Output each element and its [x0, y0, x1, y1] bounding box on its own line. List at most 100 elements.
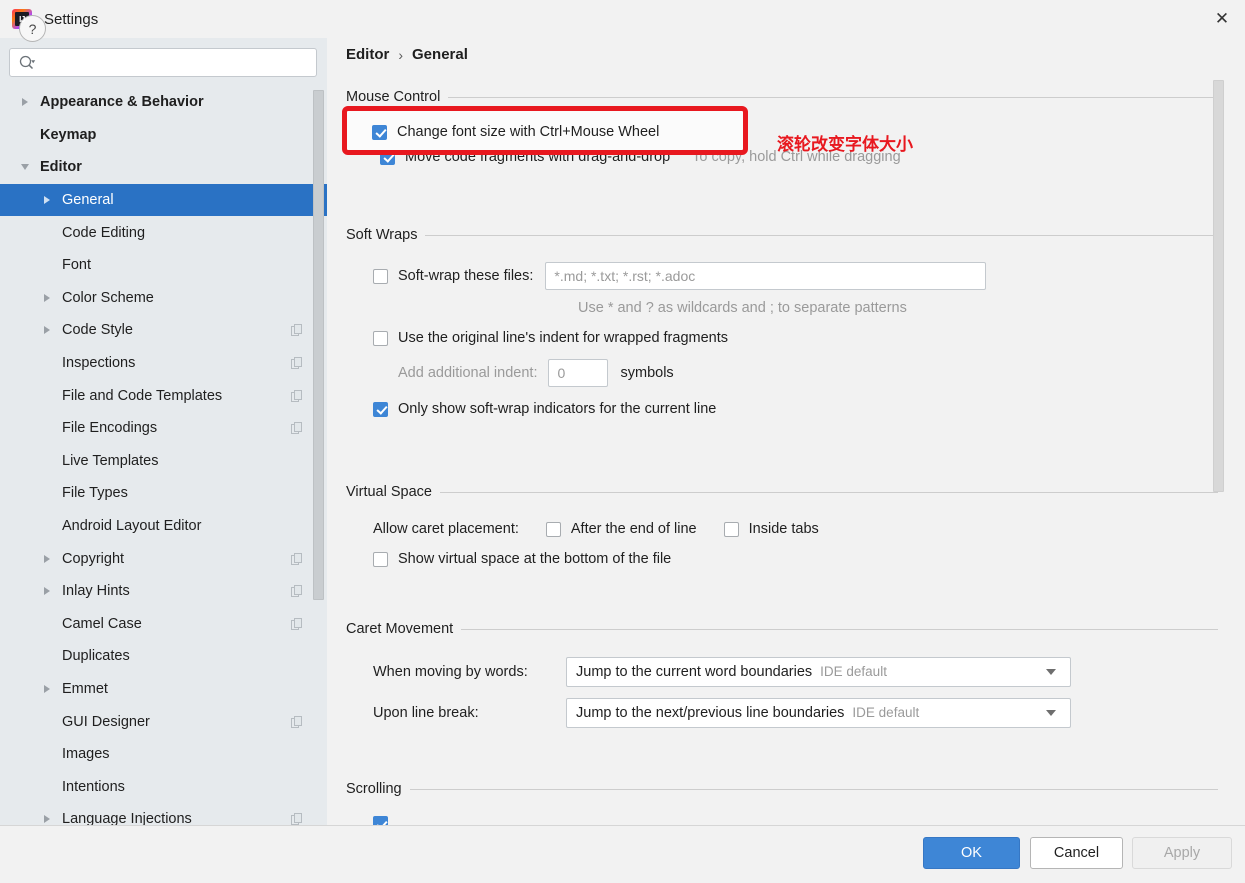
scrolling-clipped-row[interactable] — [373, 816, 1218, 825]
sidebar-item-keymap[interactable]: Keymap — [0, 119, 327, 152]
sidebar-item-intentions[interactable]: Intentions — [0, 770, 327, 803]
tree-toggle[interactable] — [40, 584, 54, 598]
tree-toggle — [40, 519, 54, 533]
inside-tabs-checkbox[interactable] — [723, 521, 739, 537]
sidebar-scrollbar-thumb[interactable] — [313, 90, 324, 600]
content-scrollbar-thumb[interactable] — [1213, 80, 1224, 492]
sidebar-item-gui-designer[interactable]: GUI Designer — [0, 705, 327, 738]
sidebar-item-label: Code Editing — [62, 224, 146, 241]
show-virtual-space-checkbox[interactable] — [373, 551, 388, 567]
symbols-label: symbols — [620, 365, 674, 381]
chevron-right-icon[interactable] — [44, 326, 50, 335]
sidebar-item-appearance-behavior[interactable]: Appearance & Behavior — [0, 86, 327, 119]
checkbox-row-original-indent[interactable]: Use the original line's indent for wrapp… — [373, 330, 1218, 346]
chevron-down-icon — [1046, 669, 1056, 675]
chevron-right-icon[interactable] — [22, 98, 28, 107]
smooth-scrolling-checkbox[interactable] — [373, 816, 388, 825]
chevron-right-icon[interactable] — [44, 815, 50, 824]
highlighted-checkbox-row[interactable]: Change font size with Ctrl+Mouse Wheel — [372, 124, 659, 140]
tree-toggle[interactable] — [18, 95, 32, 109]
sidebar-item-duplicates[interactable]: Duplicates — [0, 640, 327, 673]
sidebar-item-inlay-hints[interactable]: Inlay Hints — [0, 575, 327, 608]
change-font-size-label-highlighted: Change font size with Ctrl+Mouse Wheel — [397, 124, 660, 140]
copy-settings-icon[interactable] — [291, 715, 303, 728]
sidebar-item-label: Android Layout Editor — [62, 518, 202, 535]
sidebar-item-file-encodings[interactable]: File Encodings — [0, 412, 327, 445]
allow-caret-row: Allow caret placement: After the end of … — [373, 521, 1218, 537]
search-input[interactable] — [36, 55, 316, 70]
close-icon[interactable]: ✕ — [1199, 0, 1245, 38]
tree-toggle[interactable] — [40, 323, 54, 337]
section-divider — [409, 788, 1218, 790]
search-box[interactable] — [9, 48, 317, 77]
sidebar-item-camel-case[interactable]: Camel Case — [0, 608, 327, 641]
sidebar-item-language-injections[interactable]: Language Injections — [0, 803, 327, 825]
chevron-right-icon[interactable] — [44, 684, 50, 693]
tree-toggle[interactable] — [40, 812, 54, 825]
section-scrolling: Scrolling — [346, 780, 1218, 825]
sidebar-item-file-and-code-templates[interactable]: File and Code Templates — [0, 379, 327, 412]
copy-settings-icon[interactable] — [291, 552, 303, 565]
sidebar-item-label: Font — [62, 257, 92, 274]
chevron-right-icon[interactable] — [44, 587, 50, 596]
sidebar-item-code-style[interactable]: Code Style — [0, 314, 327, 347]
ok-button[interactable]: OK — [923, 837, 1020, 869]
copy-settings-icon[interactable] — [291, 813, 303, 825]
soft-wrap-files-input[interactable]: *.md; *.txt; *.rst; *.adoc — [545, 262, 987, 290]
sidebar-item-images[interactable]: Images — [0, 738, 327, 771]
copy-settings-icon[interactable] — [291, 422, 303, 435]
tree-toggle[interactable] — [18, 160, 32, 174]
sidebar-item-copyright[interactable]: Copyright — [0, 542, 327, 575]
upon-line-break-suffix: IDE default — [852, 705, 920, 720]
window-title: Settings — [44, 10, 99, 28]
tree-toggle — [40, 421, 54, 435]
chevron-down-icon[interactable] — [21, 164, 29, 171]
tree-toggle[interactable] — [40, 291, 54, 305]
copy-settings-icon[interactable] — [291, 324, 303, 337]
breadcrumb-parent[interactable]: Editor — [346, 46, 389, 63]
after-end-of-line-checkbox[interactable] — [545, 521, 561, 537]
tree-toggle — [40, 389, 54, 403]
copy-settings-icon[interactable] — [291, 389, 303, 402]
sidebar-item-emmet[interactable]: Emmet — [0, 673, 327, 706]
upon-line-break-dropdown[interactable]: Jump to the next/previous line boundarie… — [566, 698, 1071, 728]
sidebar-item-file-types[interactable]: File Types — [0, 477, 327, 510]
chevron-right-icon[interactable] — [44, 196, 50, 205]
sidebar-item-font[interactable]: Font — [0, 249, 327, 282]
tree-toggle[interactable] — [40, 193, 54, 207]
copy-settings-icon[interactable] — [291, 357, 303, 370]
original-indent-checkbox[interactable] — [373, 330, 388, 346]
checkbox-row-only-show-indicators[interactable]: Only show soft-wrap indicators for the c… — [373, 401, 1218, 417]
sidebar-item-editor[interactable]: Editor — [0, 151, 327, 184]
sidebar-item-inspections[interactable]: Inspections — [0, 347, 327, 380]
checkbox-row-show-virtual-space[interactable]: Show virtual space at the bottom of the … — [373, 551, 1218, 567]
copy-settings-icon[interactable] — [291, 617, 303, 630]
chevron-right-icon[interactable] — [44, 554, 50, 563]
sidebar-item-label: File and Code Templates — [62, 387, 223, 404]
sidebar-item-color-scheme[interactable]: Color Scheme — [0, 282, 327, 315]
add-indent-input[interactable]: 0 — [548, 359, 609, 387]
tree-toggle[interactable] — [40, 552, 54, 566]
move-code-fragments-checkbox[interactable] — [380, 149, 395, 165]
annotation-chinese-text: 滚轮改变字体大小 — [777, 135, 913, 155]
wildcard-hint: Use * and ? as wildcards and ; to separa… — [578, 300, 907, 316]
sidebar-item-general[interactable]: General — [0, 183, 327, 217]
when-moving-dropdown[interactable]: Jump to the current word boundaries IDE … — [566, 657, 1071, 687]
only-show-indicators-checkbox[interactable] — [373, 401, 388, 417]
tree-toggle[interactable] — [40, 682, 54, 696]
original-indent-label: Use the original line's indent for wrapp… — [398, 330, 729, 346]
chevron-right-icon[interactable] — [44, 293, 50, 302]
sidebar-item-live-templates[interactable]: Live Templates — [0, 445, 327, 478]
copy-settings-icon[interactable] — [291, 585, 303, 598]
soft-wrap-files-checkbox[interactable] — [373, 268, 388, 284]
sidebar-item-android-layout-editor[interactable]: Android Layout Editor — [0, 510, 327, 543]
checkbox-row-soft-wrap-files[interactable]: Soft-wrap these files: *.md; *.txt; *.rs… — [373, 262, 1218, 290]
when-moving-value: Jump to the current word boundaries — [576, 664, 813, 680]
section-caret-movement: Caret Movement When moving by words: Jum… — [346, 620, 1218, 728]
cancel-button[interactable]: Cancel — [1030, 837, 1123, 869]
section-title: Scrolling — [346, 781, 402, 797]
apply-button[interactable]: Apply — [1132, 837, 1232, 869]
sidebar-item-code-editing[interactable]: Code Editing — [0, 216, 327, 249]
change-font-size-checkbox-highlighted[interactable] — [372, 124, 387, 140]
section-divider — [439, 491, 1218, 493]
